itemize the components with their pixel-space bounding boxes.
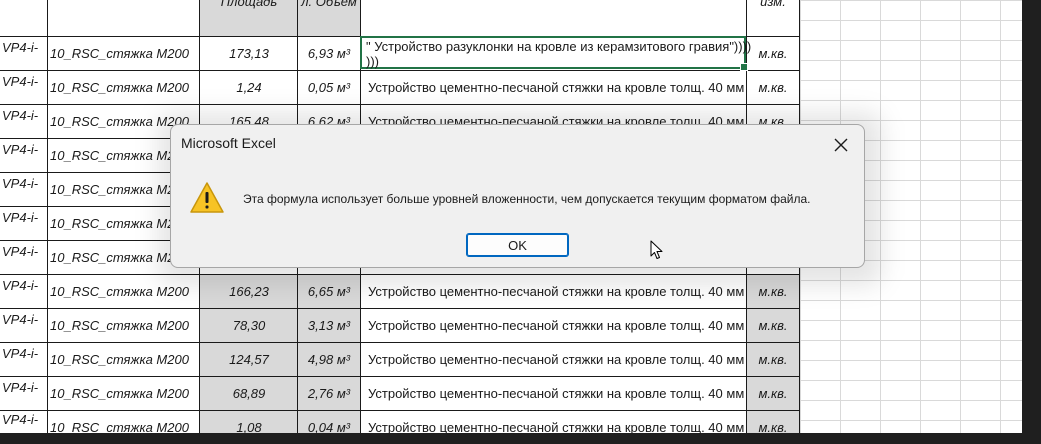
cell-volume[interactable]: 6,93 м³ — [298, 46, 360, 61]
cell-description[interactable]: Устройство цементно-песчаной стяжки на к… — [368, 352, 746, 367]
selected-cell-line2: ))) — [366, 54, 379, 69]
header-unit: изм. — [760, 0, 786, 9]
cell-unit[interactable]: м.кв. — [747, 80, 799, 95]
cell-name[interactable]: 10_RSC_стяжка M200 — [50, 386, 198, 401]
grid-line — [0, 308, 800, 309]
cell-area[interactable]: 78,30 — [200, 318, 298, 333]
cell-volume[interactable]: 6,65 м³ — [298, 284, 360, 299]
cell-name[interactable]: 10_RSC_стяжка M200 — [50, 352, 198, 367]
cell-unit[interactable]: м.кв. — [747, 352, 799, 367]
cell-area[interactable]: 124,57 — [200, 352, 298, 367]
grid-line — [0, 342, 800, 343]
mouse-pointer-icon — [650, 240, 664, 265]
cell-code[interactable]: VP4-i- — [2, 176, 46, 191]
selected-cell-line1: " Устройство разуклонки на кровле из кер… — [366, 39, 752, 54]
window-edge-right — [1022, 0, 1041, 444]
close-button[interactable] — [826, 131, 856, 159]
cell-description[interactable]: Устройство цементно-песчаной стяжки на к… — [368, 80, 746, 95]
dialog-message: Эта формула использует больше уровней вл… — [243, 192, 811, 206]
cell-code[interactable]: VP4-i- — [2, 142, 46, 157]
header-volume: л. Объем — [301, 0, 357, 9]
cell-area[interactable]: 1,24 — [200, 80, 298, 95]
close-icon — [834, 138, 848, 152]
cell-description[interactable]: Устройство цементно-песчаной стяжки на к… — [368, 284, 746, 299]
grid-line — [0, 104, 800, 105]
cell-code[interactable]: VP4-i- — [2, 278, 46, 293]
warning-icon — [189, 181, 225, 220]
cell-code[interactable]: VP4-i- — [2, 380, 46, 395]
cell-area[interactable]: 166,23 — [200, 284, 298, 299]
cell-code[interactable]: VP4-i- — [2, 312, 46, 327]
cell-volume[interactable]: 3,13 м³ — [298, 318, 360, 333]
selected-cell-text: " Устройство разуклонки на кровле из кер… — [366, 39, 751, 69]
cell-description[interactable]: Устройство цементно-песчаной стяжки на к… — [368, 386, 746, 401]
cell-volume[interactable]: 0,05 м³ — [298, 80, 360, 95]
cell-unit[interactable]: м.кв. — [747, 318, 799, 333]
dialog-title: Microsoft Excel — [181, 135, 276, 151]
cell-unit[interactable]: м.кв. — [747, 46, 799, 61]
ok-button[interactable]: OK — [466, 233, 569, 257]
cell-code[interactable]: VP4-i- — [2, 346, 46, 361]
cell-unit[interactable]: м.кв. — [747, 386, 799, 401]
grid-line — [0, 376, 800, 377]
cell-name[interactable]: 10_RSC_стяжка M200 — [50, 318, 198, 333]
cell-unit[interactable]: м.кв. — [747, 284, 799, 299]
cell-name[interactable]: 10_RSC_стяжка M200 — [50, 80, 198, 95]
cell-code[interactable]: VP4-i- — [2, 244, 46, 259]
cell-description[interactable]: Устройство цементно-песчаной стяжки на к… — [368, 318, 746, 333]
cell-area[interactable]: 68,89 — [200, 386, 298, 401]
cell-code[interactable]: VP4-i- — [2, 210, 46, 225]
cell-code[interactable]: VP4-i- — [2, 108, 46, 123]
cell-volume[interactable]: 2,76 м³ — [298, 386, 360, 401]
header-area: Площадь — [220, 0, 278, 9]
cell-name[interactable]: 10_RSC_стяжка M200 — [50, 284, 198, 299]
cell-area[interactable]: 173,13 — [200, 46, 298, 61]
cell-name[interactable]: 10_RSC_стяжка M200 — [50, 46, 198, 61]
window-edge-bottom — [0, 433, 1041, 444]
cell-code[interactable]: VP4-i- — [2, 74, 46, 89]
grid-line — [47, 0, 48, 433]
grid-line — [0, 410, 800, 411]
alert-dialog: Microsoft Excel Эта формула использует б… — [170, 124, 865, 268]
cell-code[interactable]: VP4-i- — [2, 40, 46, 55]
cell-code[interactable]: VP4-i- — [2, 412, 46, 427]
cell-volume[interactable]: 4,98 м³ — [298, 352, 360, 367]
grid-line — [0, 70, 800, 71]
